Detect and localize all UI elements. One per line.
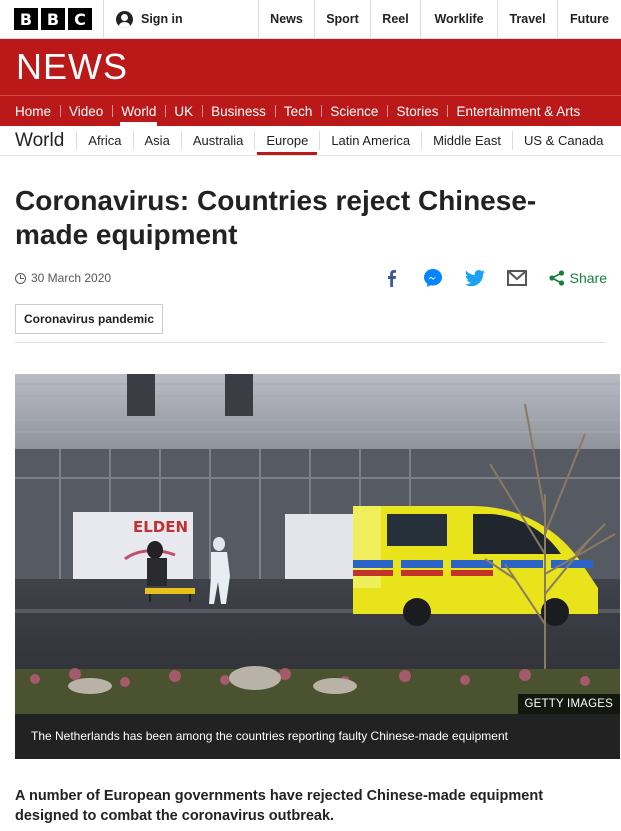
sub-nav-australia[interactable]: Australia xyxy=(180,131,255,150)
twitter-icon[interactable] xyxy=(464,268,485,288)
sub-nav-europe[interactable]: Europe xyxy=(254,131,319,155)
facebook-icon[interactable] xyxy=(381,268,401,288)
image-caption: The Netherlands has been among the count… xyxy=(15,714,620,759)
sub-nav-section-title[interactable]: World xyxy=(15,126,76,155)
main-nav-entertainment-arts[interactable]: Entertainment & Arts xyxy=(447,96,589,126)
sub-nav-latin-america[interactable]: Latin America xyxy=(319,131,421,150)
sub-nav: World Africa Asia Australia Europe Latin… xyxy=(0,126,621,156)
top-nav-worklife[interactable]: Worklife xyxy=(420,0,497,38)
top-nav-news[interactable]: News xyxy=(258,0,314,38)
article-headline: Coronavirus: Countries reject Chinese-ma… xyxy=(15,185,537,250)
sub-nav-middle-east[interactable]: Middle East xyxy=(421,131,512,150)
topic-tag[interactable]: Coronavirus pandemic xyxy=(15,304,164,334)
top-nav-reel[interactable]: Reel xyxy=(370,0,420,38)
main-nav-business[interactable]: Business xyxy=(202,96,275,126)
news-header: NEWS xyxy=(0,39,621,95)
main-nav-video[interactable]: Video xyxy=(60,96,112,126)
article-photo: ELDEN GETTY IMAGES xyxy=(15,374,620,714)
sign-in-button[interactable]: Sign in xyxy=(103,0,258,38)
main-nav-science[interactable]: Science xyxy=(321,96,387,126)
top-nav-future[interactable]: Future xyxy=(557,0,621,38)
top-nav: News Sport Reel Worklife Travel Future xyxy=(258,0,621,38)
main-nav-world[interactable]: World xyxy=(112,96,165,126)
email-icon[interactable] xyxy=(506,268,527,288)
bbc-logo-letter: C xyxy=(68,8,92,30)
share-tools: Share xyxy=(381,268,607,288)
main-nav-tech[interactable]: Tech xyxy=(274,96,322,126)
article-meta: 30 March 2020 Share xyxy=(15,268,607,288)
main-nav-uk[interactable]: UK xyxy=(165,96,202,126)
article-lead: A number of European governments have re… xyxy=(15,788,544,824)
bbc-logo-letter: B xyxy=(41,8,65,30)
sub-nav-us-canada[interactable]: US & Canada xyxy=(512,131,615,150)
bbc-logo[interactable]: B B C xyxy=(0,0,103,38)
sign-in-label: Sign in xyxy=(141,12,183,26)
share-label: Share xyxy=(569,270,607,286)
main-nav: Home Video World UK Business Tech Scienc… xyxy=(0,95,621,126)
article-date-text: 30 March 2020 xyxy=(31,271,112,285)
article-date: 30 March 2020 xyxy=(15,271,111,285)
top-nav-sport[interactable]: Sport xyxy=(314,0,370,38)
news-wordmark[interactable]: NEWS xyxy=(16,46,128,88)
clock-icon xyxy=(15,272,26,284)
image-credit: GETTY IMAGES xyxy=(517,694,620,714)
main-nav-stories[interactable]: Stories xyxy=(387,96,447,126)
bbc-logo-letter: B xyxy=(14,8,38,30)
sub-nav-asia[interactable]: Asia xyxy=(132,131,181,150)
user-icon xyxy=(116,10,133,28)
hospital-ambulance-photo: ELDEN xyxy=(15,374,620,714)
banner-text: ELDEN xyxy=(133,518,188,536)
main-nav-home[interactable]: Home xyxy=(6,96,60,126)
share-button[interactable]: Share xyxy=(549,270,607,286)
share-icon xyxy=(549,270,564,286)
top-bar: B B C Sign in News Sport Reel Worklife T… xyxy=(0,0,621,39)
divider xyxy=(15,342,606,343)
messenger-icon[interactable] xyxy=(423,268,443,288)
top-nav-travel[interactable]: Travel xyxy=(497,0,557,38)
sub-nav-africa[interactable]: Africa xyxy=(76,131,132,150)
